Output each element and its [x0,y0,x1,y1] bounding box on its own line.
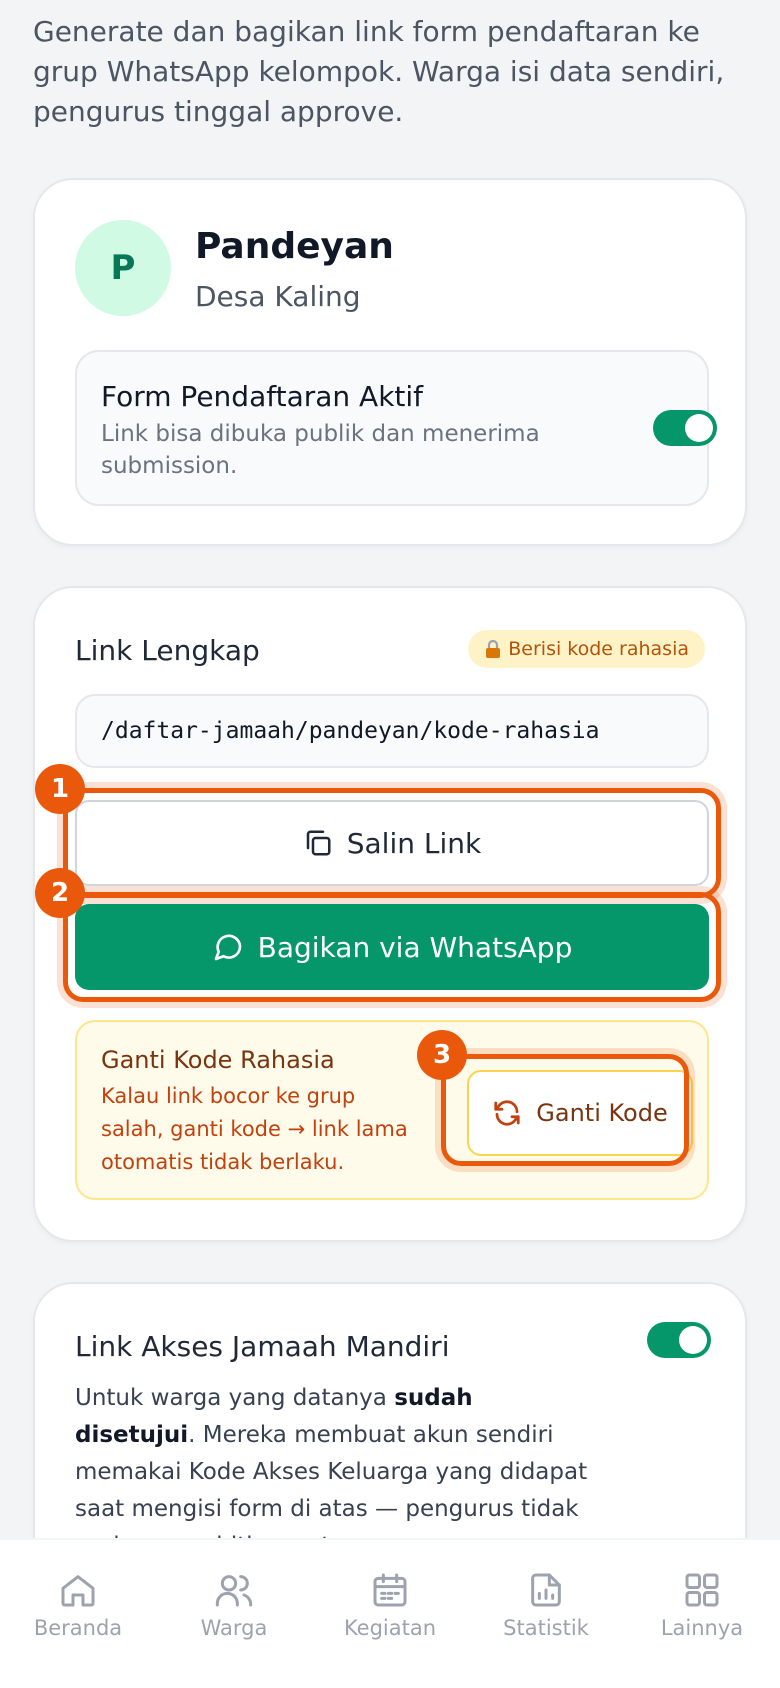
chart-icon [526,1570,566,1610]
link-section-title: Link Lengkap [75,634,260,667]
nav-item-statistik[interactable]: Statistik [476,1570,616,1688]
reset-code-title: Ganti Kode Rahasia [101,1046,335,1074]
nav-item-kegiatan[interactable]: Kegiatan [320,1570,460,1688]
lock-icon [484,639,502,659]
calendar-icon [370,1570,410,1610]
access-title: Link Akses Jamaah Mandiri [75,1330,450,1363]
highlight-share-button [63,892,721,1002]
home-icon [58,1570,98,1610]
group-card: P Pandeyan Desa Kaling Form Pendaftaran … [33,178,747,546]
nav-item-lainnya[interactable]: Lainnya [632,1570,772,1688]
link-card: Link Lengkap Berisi kode rahasia /daftar… [33,586,747,1242]
nav-label: Warga [200,1616,268,1640]
intro-text: Generate dan bagikan link form pendaftar… [33,15,725,128]
form-toggle-title: Form Pendaftaran Aktif [101,380,424,413]
nav-item-beranda[interactable]: Beranda [8,1570,148,1688]
nav-label: Statistik [503,1616,589,1640]
badge-label: Berisi kode rahasia [508,638,689,660]
highlight-number-1: 1 [35,764,85,814]
secret-code-badge: Berisi kode rahasia [468,630,705,668]
nav-label: Lainnya [660,1616,744,1640]
highlight-number-3: 3 [417,1030,467,1080]
highlight-number-2: 2 [35,868,85,918]
nav-item-warga[interactable]: Warga [164,1570,304,1688]
access-switch[interactable] [647,1322,711,1358]
nav-label: Kegiatan [343,1616,437,1640]
bottom-nav: Beranda Warga Kegiatan Statistik Lainnya [0,1538,780,1688]
reset-code-desc: Kalau link bocor ke grup salah, ganti ko… [101,1084,408,1174]
form-toggle-box: Form Pendaftaran Aktif Link bisa dibuka … [75,350,717,506]
link-url-field[interactable]: /daftar-jamaah/pandeyan/kode-rahasia [75,694,709,768]
avatar: P [75,220,171,316]
access-text-before: Untuk warga yang datanya [75,1385,395,1411]
grid-icon [682,1570,722,1610]
nav-label: Beranda [33,1616,123,1640]
group-name: Pandeyan [195,226,394,267]
highlight-copy-button [63,788,721,898]
highlight-reset-button [441,1054,689,1166]
form-toggle-desc: Link bisa dibuka publik dan menerima sub… [101,421,540,479]
users-icon [214,1570,254,1610]
group-subtitle: Desa Kaling [195,280,361,313]
form-active-switch[interactable] [653,410,717,446]
